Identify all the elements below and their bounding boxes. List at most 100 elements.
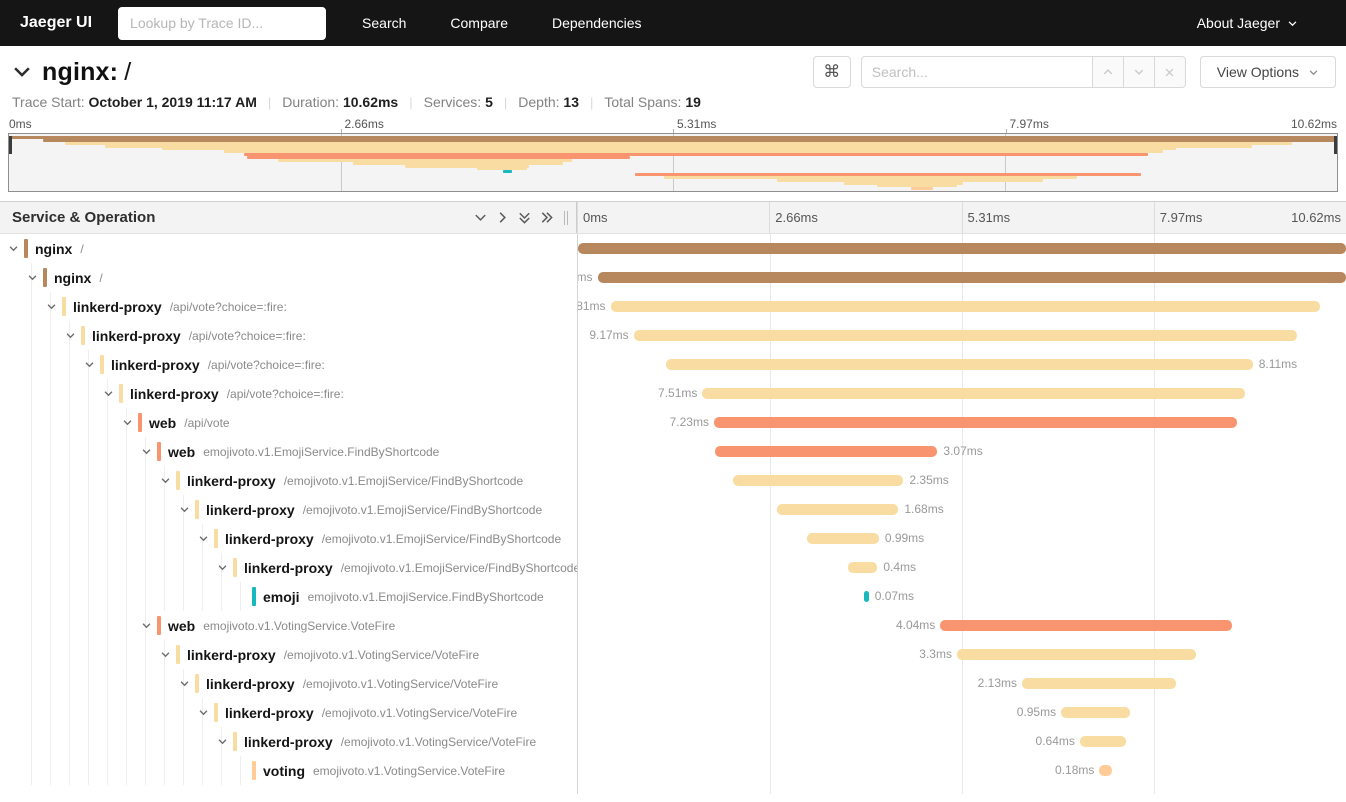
span-tree-row[interactable]: nginx/ <box>0 263 577 292</box>
search-clear-button[interactable] <box>1155 56 1186 88</box>
span-bar-row[interactable]: 0.07ms <box>578 582 1346 611</box>
viewport-left-handle[interactable] <box>9 136 12 154</box>
nav-item-compare[interactable]: Compare <box>450 15 508 31</box>
span-duration-bar[interactable] <box>957 649 1196 660</box>
view-options-button[interactable]: View Options <box>1200 56 1336 88</box>
meta-item: Duration: 10.62ms <box>282 94 398 110</box>
span-collapse-chevron-icon[interactable] <box>82 357 97 372</box>
keyboard-shortcuts-button[interactable]: ⌘ <box>813 56 851 88</box>
span-tree-row[interactable]: linkerd-proxy/emojivoto.v1.VotingService… <box>0 727 577 756</box>
span-tree-row[interactable]: linkerd-proxy/api/vote?choice=:fire: <box>0 379 577 408</box>
span-bar-row[interactable]: 10.35ms <box>578 263 1346 292</box>
span-collapse-chevron-icon[interactable] <box>177 676 192 691</box>
span-duration-bar[interactable] <box>598 272 1346 283</box>
span-duration-bar[interactable] <box>777 504 898 515</box>
indent-guide <box>88 495 89 524</box>
span-duration-bar[interactable] <box>940 620 1232 631</box>
span-duration-bar[interactable] <box>714 417 1237 428</box>
span-bar-row[interactable]: 3.3ms <box>578 640 1346 669</box>
meta-value: 13 <box>563 94 579 110</box>
nav-item-search[interactable]: Search <box>362 15 406 31</box>
span-tree-row[interactable]: webemojivoto.v1.VotingService.VoteFire <box>0 611 577 640</box>
span-duration-bar[interactable] <box>1099 765 1112 776</box>
span-duration-bar[interactable] <box>807 533 879 544</box>
span-duration-bar[interactable] <box>733 475 903 486</box>
span-tree-row[interactable]: linkerd-proxy/emojivoto.v1.EmojiService/… <box>0 466 577 495</box>
span-collapse-chevron-icon[interactable] <box>158 647 173 662</box>
span-collapse-chevron-icon[interactable] <box>25 270 40 285</box>
span-tree-row[interactable]: linkerd-proxy/api/vote?choice=:fire: <box>0 350 577 379</box>
span-collapse-chevron-icon[interactable] <box>6 241 21 256</box>
trace-minimap[interactable] <box>8 133 1338 192</box>
span-tree-row[interactable]: linkerd-proxy/emojivoto.v1.EmojiService/… <box>0 495 577 524</box>
span-collapse-chevron-icon[interactable] <box>196 705 211 720</box>
span-collapse-chevron-icon[interactable] <box>63 328 78 343</box>
span-duration-bar[interactable] <box>702 388 1245 399</box>
span-bar-row[interactable]: 0.64ms <box>578 727 1346 756</box>
span-tree-row[interactable]: votingemojivoto.v1.VotingService.VoteFir… <box>0 756 577 785</box>
span-bar-row[interactable]: 8.11ms <box>578 350 1346 379</box>
viewport-right-handle[interactable] <box>1334 136 1337 154</box>
span-duration-bar[interactable] <box>634 330 1297 341</box>
span-tree-row[interactable]: linkerd-proxy/emojivoto.v1.VotingService… <box>0 698 577 727</box>
span-collapse-chevron-icon[interactable] <box>139 444 154 459</box>
about-jaeger-menu[interactable]: About Jaeger <box>1197 15 1326 31</box>
span-collapse-chevron-icon[interactable] <box>44 299 59 314</box>
span-bar-row[interactable]: 0.95ms <box>578 698 1346 727</box>
span-collapse-chevron-icon[interactable] <box>177 502 192 517</box>
span-tree-row[interactable]: emojiemojivoto.v1.EmojiService.FindBySho… <box>0 582 577 611</box>
span-duration-bar[interactable] <box>611 301 1320 312</box>
span-search-input[interactable] <box>861 56 1093 88</box>
trace-collapse-chevron-icon[interactable] <box>12 62 32 82</box>
span-duration-bar[interactable] <box>1061 707 1130 718</box>
span-collapse-chevron-icon[interactable] <box>158 473 173 488</box>
span-bar-row[interactable]: 3.07ms <box>578 437 1346 466</box>
span-bar-row[interactable]: 1.68ms <box>578 495 1346 524</box>
span-bar-row[interactable]: 2.35ms <box>578 466 1346 495</box>
span-tree-row[interactable]: linkerd-proxy/emojivoto.v1.EmojiService/… <box>0 524 577 553</box>
span-tree-row[interactable]: web/api/vote <box>0 408 577 437</box>
span-tree-row[interactable]: linkerd-proxy/api/vote?choice=:fire: <box>0 292 577 321</box>
span-tree-row[interactable]: linkerd-proxy/emojivoto.v1.EmojiService/… <box>0 553 577 582</box>
span-collapse-chevron-icon[interactable] <box>215 560 230 575</box>
indent-guide <box>107 408 108 437</box>
span-collapse-chevron-icon[interactable] <box>101 386 116 401</box>
span-bar-row[interactable]: 9.81ms <box>578 292 1346 321</box>
span-bar-row[interactable] <box>578 234 1346 263</box>
span-duration-bar[interactable] <box>864 591 869 602</box>
span-tree-row[interactable]: webemojivoto.v1.EmojiService.FindByShort… <box>0 437 577 466</box>
search-prev-button[interactable] <box>1093 56 1124 88</box>
span-bar-row[interactable]: 0.18ms <box>578 756 1346 785</box>
collapse-one-icon[interactable] <box>473 210 488 225</box>
service-name: web <box>149 415 176 431</box>
span-bar-row[interactable]: 4.04ms <box>578 611 1346 640</box>
nav-item-dependencies[interactable]: Dependencies <box>552 15 642 31</box>
expand-all-icon[interactable] <box>539 210 554 225</box>
span-duration-bar[interactable] <box>578 243 1346 254</box>
span-tree-row[interactable]: linkerd-proxy/emojivoto.v1.VotingService… <box>0 640 577 669</box>
span-collapse-chevron-icon[interactable] <box>139 618 154 633</box>
span-bar-row[interactable]: 2.13ms <box>578 669 1346 698</box>
span-bar-row[interactable]: 0.4ms <box>578 553 1346 582</box>
span-duration-bar[interactable] <box>715 446 937 457</box>
meta-label: Trace Start: <box>12 94 85 110</box>
span-collapse-chevron-icon[interactable] <box>120 415 135 430</box>
span-duration-bar[interactable] <box>848 562 877 573</box>
span-duration-bar[interactable] <box>1022 678 1176 689</box>
column-resizer-grip[interactable] <box>564 211 568 225</box>
span-bar-row[interactable]: 7.23ms <box>578 408 1346 437</box>
span-bar-row[interactable]: 9.17ms <box>578 321 1346 350</box>
span-bar-row[interactable]: 7.51ms <box>578 379 1346 408</box>
span-bar-row[interactable]: 0.99ms <box>578 524 1346 553</box>
span-tree-row[interactable]: linkerd-proxy/api/vote?choice=:fire: <box>0 321 577 350</box>
span-collapse-chevron-icon[interactable] <box>196 531 211 546</box>
span-duration-bar[interactable] <box>1080 736 1126 747</box>
collapse-all-icon[interactable] <box>517 210 532 225</box>
span-tree-row[interactable]: nginx/ <box>0 234 577 263</box>
span-tree-row[interactable]: linkerd-proxy/emojivoto.v1.VotingService… <box>0 669 577 698</box>
span-collapse-chevron-icon[interactable] <box>215 734 230 749</box>
search-next-button[interactable] <box>1124 56 1155 88</box>
span-duration-bar[interactable] <box>666 359 1252 370</box>
expand-one-icon[interactable] <box>495 210 510 225</box>
trace-id-lookup-input[interactable] <box>118 7 326 40</box>
